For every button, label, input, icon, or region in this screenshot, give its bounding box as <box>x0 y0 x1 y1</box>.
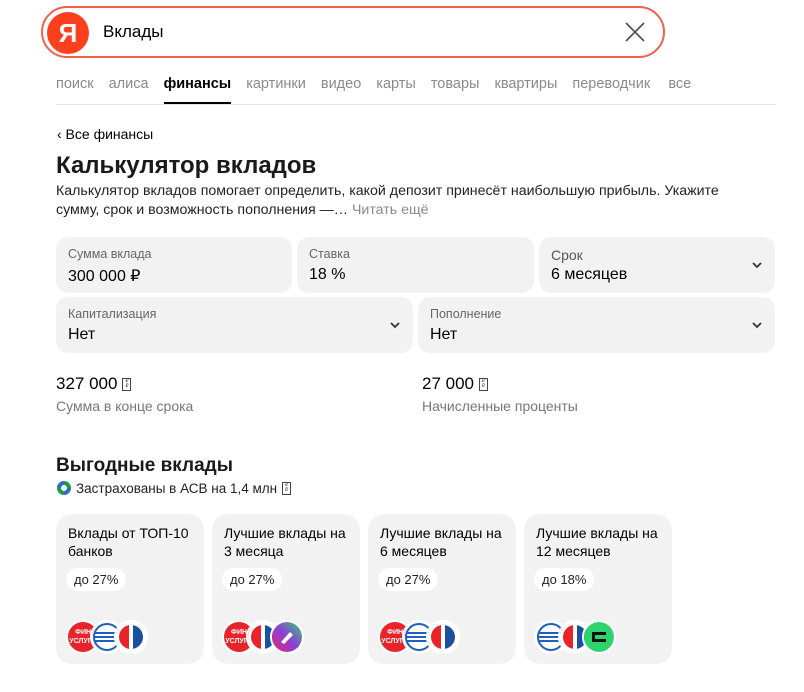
rate-value: 18 % <box>309 266 346 283</box>
capitalization-label: Капитализация <box>68 307 157 321</box>
rate-badge: до 18% <box>534 568 595 591</box>
tab-products[interactable]: товары <box>431 74 480 102</box>
asv-icon <box>57 481 71 495</box>
interest-label: Начисленные проценты <box>422 398 578 414</box>
page-title: Калькулятор вкладов <box>56 152 317 179</box>
yandex-logo[interactable]: Я <box>47 12 89 54</box>
gradient-bank-logo <box>270 620 304 654</box>
bank-logos: ФИН УСЛУГИ <box>378 620 508 654</box>
ruble-icon: ₽ ₽ <box>282 481 292 495</box>
bank-logos: ФИН УСЛУГИ <box>66 620 196 654</box>
bank-d-logo <box>426 620 460 654</box>
breadcrumb[interactable]: ‹ Все финансы <box>57 126 153 142</box>
capitalization-value: Нет <box>68 326 96 343</box>
read-more-link[interactable]: Читать ещё <box>352 202 429 218</box>
offer-card-3-months[interactable]: Лучшие вклады на 3 месяца до 27% ФИН УСЛ… <box>212 514 360 664</box>
total-value: 327 000 <box>56 374 118 393</box>
tab-translator[interactable]: переводчик <box>572 74 662 102</box>
replenishment-label: Пополнение <box>430 307 502 321</box>
rate-label: Ставка <box>309 247 350 261</box>
search-tabs: поиск алиса финансы картинки видео карты… <box>56 74 706 104</box>
term-select[interactable]: Срок 6 месяцев <box>539 237 775 293</box>
offers-title: Выгодные вклады <box>56 455 233 476</box>
tab-alice[interactable]: алиса <box>109 74 149 102</box>
search-box[interactable]: Я Вклады <box>41 6 665 58</box>
rate-badge: до 27% <box>222 568 283 591</box>
search-input[interactable]: Вклады <box>103 22 163 42</box>
rate-badge: до 27% <box>66 568 127 591</box>
card-title: Вклады от ТОП-10 банков <box>68 525 189 559</box>
tab-all[interactable]: все <box>668 74 691 102</box>
bank-logos <box>534 620 664 654</box>
rate-field[interactable]: Ставка 18 % <box>297 237 534 293</box>
amount-field[interactable]: Сумма вклада 300 000 ₽ <box>56 237 292 293</box>
interest-value: 27 000 <box>422 374 474 393</box>
total-label: Сумма в конце срока <box>56 398 194 414</box>
page-description: Калькулятор вкладов помогает определить,… <box>56 182 756 220</box>
result-interest: 27 000 ₽ ₽ Начисленные проценты <box>422 374 578 414</box>
card-title: Лучшие вклады на 3 месяца <box>224 525 346 559</box>
offer-card-6-months[interactable]: Лучшие вклады на 6 месяцев до 27% ФИН УС… <box>368 514 516 664</box>
amount-label: Сумма вклада <box>68 247 152 261</box>
offer-card-12-months[interactable]: Лучшие вклады на 12 месяцев до 18% <box>524 514 672 664</box>
tab-maps[interactable]: карты <box>376 74 416 102</box>
replenishment-select[interactable]: Пополнение Нет <box>418 297 775 353</box>
amount-value: 300 000 ₽ <box>68 268 141 285</box>
ruble-icon: ₽ ₽ <box>122 377 132 391</box>
green-bank-logo <box>582 620 616 654</box>
card-title: Лучшие вклады на 6 месяцев <box>380 525 502 559</box>
tab-apartments[interactable]: квартиры <box>494 74 557 102</box>
insured-note: Застрахованы в АСВ на 1,4 млн ₽ ₽ <box>56 480 292 496</box>
term-value: 6 месяцев <box>551 266 628 283</box>
close-icon[interactable] <box>623 20 647 44</box>
bank-logos: ФИН УСЛУГИ <box>222 620 352 654</box>
bank-d-logo <box>114 620 148 654</box>
replenishment-value: Нет <box>430 326 458 343</box>
tab-finance[interactable]: финансы <box>163 74 231 104</box>
insured-text: Застрахованы в АСВ на 1,4 млн <box>76 480 278 496</box>
chevron-down-icon <box>390 322 400 329</box>
tabs-divider <box>56 104 776 105</box>
tab-search[interactable]: поиск <box>56 74 94 102</box>
capitalization-select[interactable]: Капитализация Нет <box>56 297 413 353</box>
rate-badge: до 27% <box>378 568 439 591</box>
ruble-icon: ₽ ₽ <box>479 377 488 391</box>
card-title: Лучшие вклады на 12 месяцев <box>536 525 658 559</box>
result-total: 327 000 ₽ ₽ Сумма в конце срока <box>56 374 193 414</box>
offer-card-top10[interactable]: Вклады от ТОП-10 банков до 27% ФИН УСЛУГ… <box>56 514 204 664</box>
tab-images[interactable]: картинки <box>246 74 306 102</box>
chevron-down-icon <box>752 322 762 329</box>
chevron-down-icon <box>752 262 762 269</box>
term-label: Срок <box>551 247 583 263</box>
tab-video[interactable]: видео <box>321 74 361 102</box>
